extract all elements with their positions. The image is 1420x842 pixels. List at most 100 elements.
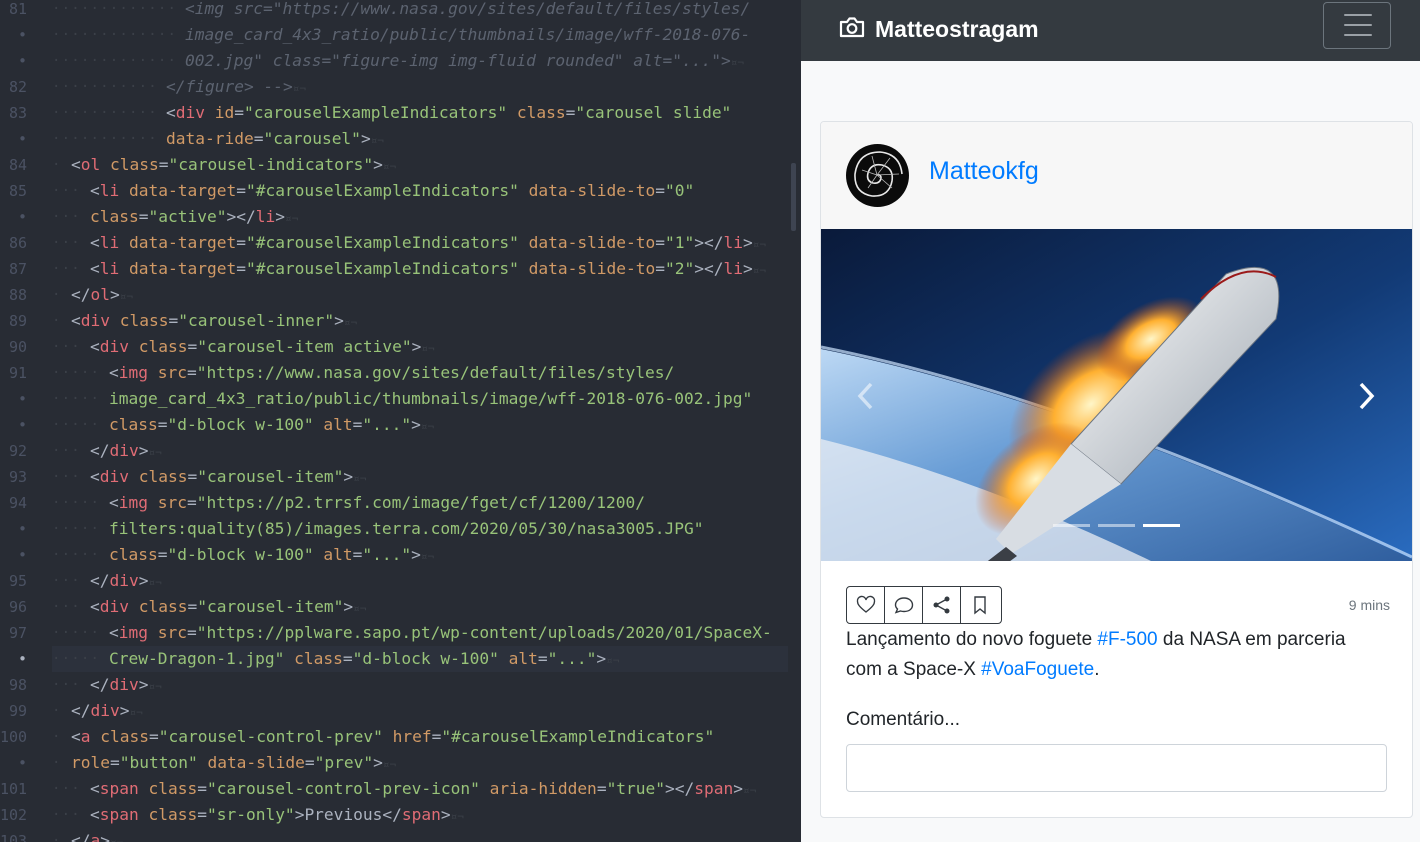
code-line[interactable]: • ····· filters:quality(85)/images.terra.c… [0, 516, 800, 542]
bookmark-button[interactable] [961, 587, 999, 623]
chevron-right-icon[interactable] [1351, 379, 1381, 413]
token: = [186, 493, 197, 512]
code-line[interactable]: 100 · <a class="carousel-control-prev" hre… [0, 724, 800, 750]
code-text: <a class="carousel-control-prev" href="#… [71, 724, 714, 750]
line-number: • [17, 754, 27, 772]
carousel-indicator[interactable] [1098, 524, 1135, 527]
code-line[interactable]: 88 · </ol>¤¬ [0, 282, 800, 308]
token: > [343, 597, 354, 616]
hashtag-link[interactable]: #F-500 [1097, 629, 1157, 650]
chevron-left-icon[interactable] [851, 379, 881, 413]
code-line[interactable]: 92 ··· </div>¤¬ [0, 438, 800, 464]
token: > [411, 545, 421, 564]
code-line[interactable]: • ····· class="d-block w-100" alt="...">¤¬ [0, 542, 800, 568]
avatar[interactable] [846, 144, 909, 207]
code-line[interactable]: 87 ··· <li data-target="#carouselExampleIn… [0, 256, 800, 282]
token: = [537, 649, 548, 668]
token: > [119, 701, 130, 720]
code-line[interactable]: • ····· Crew-Dragon-1.jpg" class="d-block … [0, 646, 800, 672]
code-line[interactable]: 82 ··········· </figure> -->¤¬ [0, 74, 800, 100]
code-line[interactable]: 81 ············· <img src="https://www.nas… [0, 0, 800, 22]
code-line[interactable]: 101 ··· <span class="carousel-control-prev… [0, 776, 800, 802]
token: class [284, 649, 343, 668]
indent-guides: ··· [52, 209, 81, 225]
line-number: • [17, 208, 27, 226]
code-line[interactable]: 85 ··· <li data-target="#carouselExampleIn… [0, 178, 800, 204]
token: = [253, 129, 264, 148]
line-number: • [17, 546, 27, 564]
code-text: <div class="carousel-item active">¤¬ [90, 334, 435, 362]
code-line[interactable]: • ············· image_card_4x3_ratio/publi… [0, 22, 800, 48]
code-line[interactable]: • ··········· data-ride="carousel">¤¬ [0, 126, 800, 152]
code-line[interactable]: • · role="button" data-slide="prev">¤¬ [0, 750, 800, 776]
token: class [138, 805, 198, 824]
code-line[interactable]: 98 ··· </div>¤¬ [0, 672, 800, 698]
token: > [110, 285, 120, 304]
line-number: 91 [8, 364, 27, 382]
carousel-indicator-active[interactable] [1143, 524, 1180, 527]
code-line[interactable]: 91 ····· <img src="https://www.nasa.gov/si… [0, 360, 800, 386]
token: < [71, 727, 81, 746]
code-line[interactable]: 96 ··· <div class="carousel-item">¤¬ [0, 594, 800, 620]
token: ¤¬ [284, 212, 299, 225]
code-text: <div class="carousel-item">¤¬ [90, 594, 366, 622]
code-line[interactable]: 95 ··· </div>¤¬ [0, 568, 800, 594]
code-line[interactable]: 99 · </div>¤¬ [0, 698, 800, 724]
code-line[interactable]: • ····· class="d-block w-100" alt="...">¤¬ [0, 412, 800, 438]
comment-input[interactable] [846, 744, 1387, 792]
token: ¤¬ [606, 654, 620, 667]
token: < [90, 467, 100, 486]
navbar-toggler-button[interactable] [1323, 2, 1391, 49]
token: "sr-only" [206, 805, 295, 824]
post-username-link[interactable]: Matteokfg [929, 156, 1039, 186]
token: = [109, 753, 120, 772]
code-line[interactable]: • ············· 002.jpg" class="figure-img… [0, 48, 800, 74]
token: "..." [362, 415, 412, 434]
editor-scrollbar[interactable] [791, 163, 796, 231]
code-line[interactable]: 84 · <ol class="carousel-indicators">¤¬ [0, 152, 800, 178]
code-line[interactable]: 93 ··· <div class="carousel-item">¤¬ [0, 464, 800, 490]
code-line[interactable]: 97 ····· <img src="https://pplware.sapo.pt… [0, 620, 800, 646]
token: = [186, 623, 197, 642]
navbar-brand[interactable]: Matteostragam [875, 14, 1039, 44]
token: ></ [694, 259, 724, 278]
code-line[interactable]: • ··· class="active"></li>¤¬ [0, 204, 800, 230]
token: div [109, 675, 139, 694]
code-text: </ol>¤¬ [71, 282, 133, 310]
token: </ [90, 441, 110, 460]
code-line[interactable]: 103 · </a>¤¬ [0, 828, 800, 842]
code-editor[interactable]: 81 ············· <img src="https://www.nas… [0, 0, 800, 842]
token: href [382, 727, 432, 746]
code-line[interactable]: 102 ··· <span class="sr-only">Previous</sp… [0, 802, 800, 828]
token: class [129, 597, 188, 616]
token: = [148, 727, 159, 746]
token: > [275, 207, 285, 226]
share-button[interactable] [923, 587, 961, 623]
line-number: 86 [8, 234, 27, 252]
code-text: filters:quality(85)/images.terra.com/202… [109, 516, 704, 542]
code-line[interactable]: 90 ··· <div class="carousel-item active">¤… [0, 334, 800, 360]
code-line[interactable]: 89 · <div class="carousel-inner">¤¬ [0, 308, 800, 334]
code-text: <img src="https://www.nasa.gov/sites/def… [109, 360, 674, 386]
token: class [109, 545, 158, 564]
indent-guides: ····· [52, 495, 101, 511]
token: li [99, 233, 120, 252]
token: class [109, 415, 158, 434]
token: data-slide-to [518, 181, 656, 200]
code-line[interactable]: 94 ····· <img src="https://p2.trrsf.com/im… [0, 490, 800, 516]
token: img [118, 493, 148, 512]
code-line[interactable]: 83 ··········· <div id="carouselExampleInd… [0, 100, 800, 126]
token: image_card_4x3_ratio/public/thumbnails/i… [109, 389, 753, 408]
carousel-indicator[interactable] [1053, 524, 1090, 527]
code-text: <ol class="carousel-indicators">¤¬ [71, 152, 396, 180]
image-carousel[interactable] [821, 229, 1412, 561]
token: = [655, 259, 666, 278]
hashtag-link[interactable]: #VoaFoguete [981, 659, 1094, 680]
token: div [99, 337, 129, 356]
code-line[interactable]: • ····· image_card_4x3_ratio/public/thumbn… [0, 386, 800, 412]
code-line[interactable]: 86 ··· <li data-target="#carouselExampleIn… [0, 230, 800, 256]
token: < [90, 597, 100, 616]
like-button[interactable] [847, 587, 885, 623]
comment-button[interactable] [885, 587, 923, 623]
token: "carouselExampleIndicators" [244, 103, 508, 122]
